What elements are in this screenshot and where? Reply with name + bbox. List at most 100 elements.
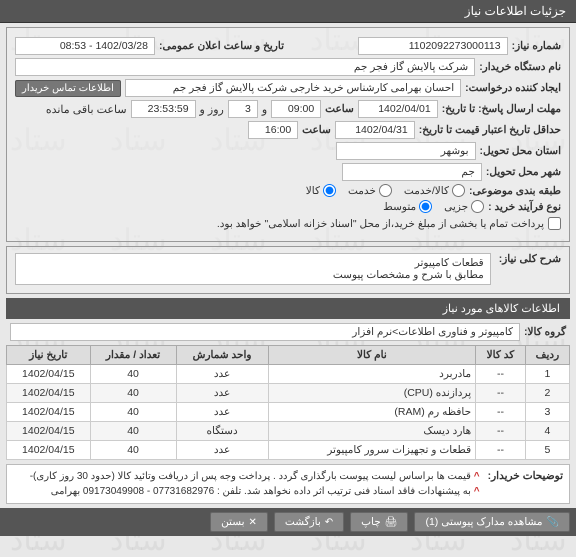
valid-label: حداقل تاریخ اعتبار قیمت تا تاریخ:: [419, 124, 561, 136]
table-cell: --: [476, 441, 526, 460]
table-row: 4--هارد دیسکدستگاه401402/04/15: [7, 422, 570, 441]
table-cell: 40: [90, 403, 176, 422]
subject-cat-label: طبقه بندی موضوعی:: [469, 185, 561, 197]
table-cell: 40: [90, 422, 176, 441]
table-cell: --: [476, 403, 526, 422]
table-cell: 1402/04/15: [7, 403, 91, 422]
city-field: جم: [342, 163, 482, 181]
creator-field: احسان بهرامی کارشناس خرید خارجی شرکت پال…: [125, 79, 461, 97]
table-cell: مادربرد: [268, 365, 475, 384]
table-row: 5--قطعات و تجهیزات سرور کامپیوترعدد40140…: [7, 441, 570, 460]
table-cell: 1402/04/15: [7, 422, 91, 441]
table-cell: 3: [525, 403, 569, 422]
table-cell: --: [476, 365, 526, 384]
table-cell: 1402/04/15: [7, 384, 91, 403]
table-header: کد کالا: [476, 346, 526, 365]
table-cell: عدد: [176, 403, 268, 422]
radio-small[interactable]: جزیی: [444, 200, 484, 213]
table-cell: 40: [90, 384, 176, 403]
subject-cat-radios: کالا/خدمت خدمت کالا: [306, 184, 465, 197]
bullet-icon: ^: [474, 471, 480, 482]
print-icon: 🖨: [385, 517, 398, 528]
time-left-label: ساعت باقی مانده: [46, 103, 127, 116]
partial-pay-check[interactable]: پرداخت تمام یا بخشی از مبلغ خرید،از محل …: [217, 217, 561, 230]
back-icon: ↶: [325, 517, 333, 528]
table-cell: قطعات و تجهیزات سرور کامپیوتر: [268, 441, 475, 460]
buyer-desc-label: توضیحات خریدار:: [488, 469, 563, 499]
close-button[interactable]: ✕بستن: [210, 512, 268, 532]
table-header: تاریخ نیاز: [7, 346, 91, 365]
days-left-field: 3: [228, 100, 258, 118]
buyer-org-label: نام دستگاه خریدار:: [479, 61, 561, 73]
time-label-2: ساعت: [302, 124, 331, 136]
radio-service[interactable]: خدمت: [348, 184, 392, 197]
table-cell: 40: [90, 441, 176, 460]
items-table: ردیفکد کالانام کالاواحد شمارشتعداد / مقد…: [6, 345, 570, 460]
table-cell: 5: [525, 441, 569, 460]
table-header: نام کالا: [268, 346, 475, 365]
buyer-desc-box: توضیحات خریدار: ^ قیمت ها براساس لیست پی…: [6, 464, 570, 504]
title-bar: جزئیات اطلاعات نیاز: [0, 0, 576, 23]
ann-date-field: 1402/03/28 - 08:53: [15, 37, 155, 55]
creator-label: ایجاد کننده درخواست:: [465, 82, 561, 94]
proc-type-label: نوع فرآیند خرید :: [488, 201, 561, 213]
province-field: بوشهر: [336, 142, 476, 160]
city-label: شهر محل تحویل:: [486, 166, 561, 178]
table-cell: هارد دیسک: [268, 422, 475, 441]
table-cell: عدد: [176, 441, 268, 460]
province-label: استان محل تحویل:: [480, 145, 561, 157]
table-row: 1--مادربردعدد401402/04/15: [7, 365, 570, 384]
radio-medium[interactable]: متوسط: [383, 200, 432, 213]
table-row: 3--حافظه رم (RAM)عدد401402/04/15: [7, 403, 570, 422]
buyer-org-field: شرکت پالایش گاز فجر جم: [15, 58, 475, 76]
valid-date-field: 1402/04/31: [335, 121, 415, 139]
desc-title: شرح کلی نیاز:: [499, 253, 561, 265]
deadline-date-field: 1402/04/01: [358, 100, 438, 118]
contact-buyer-button[interactable]: اطلاعات تماس خریدار: [15, 80, 121, 97]
req-num-field: 1102092273000113: [358, 37, 508, 55]
bullet-icon: ^: [474, 486, 480, 497]
table-cell: حافظه رم (RAM): [268, 403, 475, 422]
group-label: گروه کالا:: [524, 326, 566, 338]
desc-text: قطعات کامپیوتر مطابق با شرح و مشخصات پیو…: [15, 253, 491, 285]
table-row: 2--پردازنده (CPU)عدد401402/04/15: [7, 384, 570, 403]
request-info-section: شماره نیاز: 1102092273000113 تاریخ و ساع…: [6, 27, 570, 242]
partial-pay-label: پرداخت تمام یا بخشی از مبلغ خرید،از محل …: [217, 218, 544, 230]
ann-date-label: تاریخ و ساعت اعلان عمومی:: [159, 40, 284, 52]
time-label-1: ساعت: [325, 103, 354, 115]
valid-time-field: 16:00: [248, 121, 298, 139]
table-header: تعداد / مقدار: [90, 346, 176, 365]
table-cell: --: [476, 422, 526, 441]
desc-section: شرح کلی نیاز: قطعات کامپیوتر مطابق با شر…: [6, 246, 570, 294]
attachment-icon: 📎: [547, 517, 559, 528]
table-header: واحد شمارش: [176, 346, 268, 365]
table-cell: --: [476, 384, 526, 403]
table-cell: 1402/04/15: [7, 441, 91, 460]
proc-type-radios: جزیی متوسط: [383, 200, 484, 213]
items-header: اطلاعات کالاهای مورد نیاز: [6, 298, 570, 319]
table-cell: دستگاه: [176, 422, 268, 441]
req-num-label: شماره نیاز:: [512, 40, 561, 52]
close-icon: ✕: [249, 517, 257, 528]
radio-goods-service[interactable]: کالا/خدمت: [404, 184, 465, 197]
table-cell: 40: [90, 365, 176, 384]
table-cell: پردازنده (CPU): [268, 384, 475, 403]
time-left-field: 23:53:59: [131, 100, 196, 118]
deadline-label: مهلت ارسال پاسخ: تا تاریخ:: [442, 103, 561, 115]
table-cell: عدد: [176, 384, 268, 403]
days-left-label: روز و: [200, 103, 224, 116]
bottom-bar: 📎مشاهده مدارک پیوستی (1) 🖨چاپ ↶بازگشت ✕ب…: [0, 508, 576, 536]
table-cell: 1402/04/15: [7, 365, 91, 384]
group-field: کامپیوتر و فناوری اطلاعات>نرم افزار: [10, 323, 520, 341]
attachments-button[interactable]: 📎مشاهده مدارک پیوستی (1): [414, 512, 570, 532]
table-cell: عدد: [176, 365, 268, 384]
table-cell: 4: [525, 422, 569, 441]
radio-goods[interactable]: کالا: [306, 184, 336, 197]
table-header: ردیف: [525, 346, 569, 365]
deadline-time-field: 09:00: [271, 100, 321, 118]
and-label: و: [262, 103, 267, 116]
print-button[interactable]: 🖨چاپ: [350, 512, 408, 532]
table-cell: 1: [525, 365, 569, 384]
back-button[interactable]: ↶بازگشت: [274, 512, 344, 532]
table-cell: 2: [525, 384, 569, 403]
